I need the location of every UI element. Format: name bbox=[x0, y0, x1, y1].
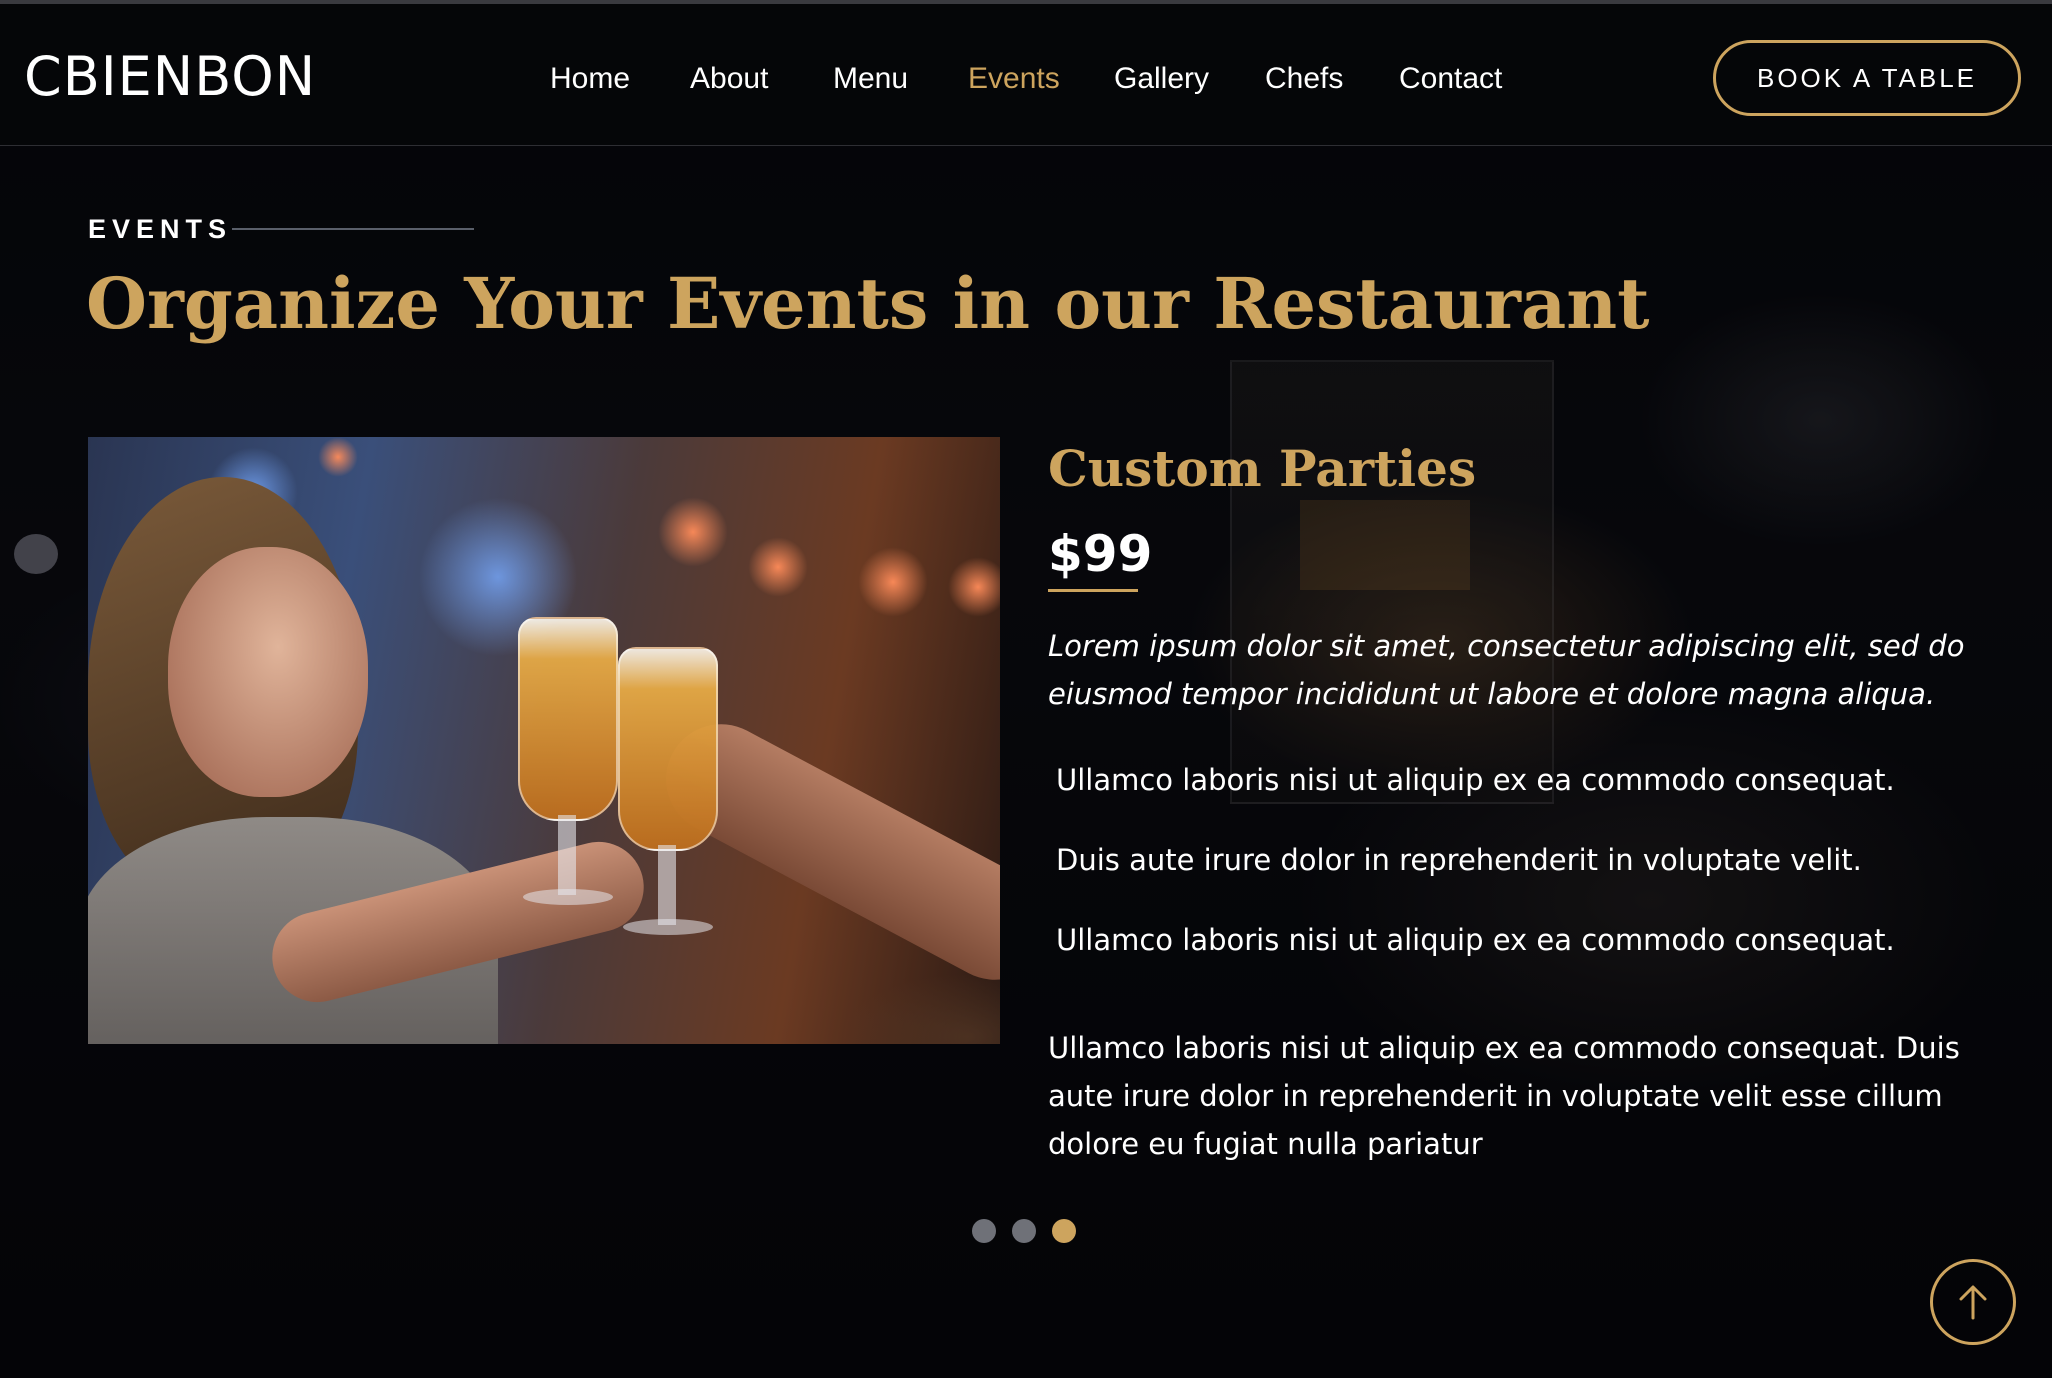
background-edge-marker bbox=[14, 534, 58, 574]
photo-bokeh-light bbox=[858, 547, 928, 617]
photo-glass-base bbox=[623, 919, 713, 935]
event-photo bbox=[88, 437, 1000, 1044]
nav-item-chefs[interactable]: Chefs bbox=[1265, 56, 1343, 102]
photo-bokeh-light bbox=[948, 557, 1000, 617]
event-feature-item: Ullamco laboris nisi ut aliquip ex ea co… bbox=[1056, 923, 1895, 957]
nav-item-gallery[interactable]: Gallery bbox=[1114, 56, 1209, 102]
event-outro: Ullamco laboris nisi ut aliquip ex ea co… bbox=[1048, 1031, 1960, 1161]
section-label-divider bbox=[232, 228, 474, 230]
event-price: $99 bbox=[1048, 525, 1153, 583]
photo-bokeh-light bbox=[658, 497, 728, 567]
event-name: Custom Parties bbox=[1048, 439, 1477, 498]
site-header: CBIENBON Home About Menu Events Gallery … bbox=[0, 0, 2052, 146]
scroll-to-top-button[interactable] bbox=[1930, 1259, 2016, 1345]
photo-bokeh-light bbox=[318, 437, 358, 477]
slider-dot-3[interactable] bbox=[1052, 1219, 1076, 1243]
arrow-up-icon bbox=[1959, 1285, 1987, 1320]
nav-item-events[interactable]: Events bbox=[968, 56, 1060, 102]
event-feature-list: Ullamco laboris nisi ut aliquip ex ea co… bbox=[1056, 760, 2016, 1000]
site-logo[interactable]: CBIENBON bbox=[24, 44, 316, 110]
price-underline bbox=[1048, 589, 1138, 592]
nav-item-contact[interactable]: Contact bbox=[1399, 56, 1502, 102]
section-label: EVENTS bbox=[88, 214, 233, 244]
book-a-table-button[interactable]: BOOK A TABLE bbox=[1713, 40, 2021, 116]
photo-glass-stem bbox=[558, 815, 576, 895]
photo-beer-glass bbox=[518, 617, 618, 821]
photo-person-face bbox=[168, 547, 368, 797]
event-feature-item: Duis aute irure dolor in reprehenderit i… bbox=[1056, 843, 1862, 877]
event-intro: Lorem ipsum dolor sit amet, consectetur … bbox=[1048, 629, 1965, 711]
photo-beer-glass bbox=[618, 647, 718, 851]
slider-dot-2[interactable] bbox=[1012, 1219, 1036, 1243]
nav-item-about[interactable]: About bbox=[690, 56, 768, 102]
section-title: Organize Your Events in our Restaurant bbox=[86, 262, 1650, 345]
photo-glass-base bbox=[523, 889, 613, 905]
photo-glass-stem bbox=[658, 845, 676, 925]
nav-item-menu[interactable]: Menu bbox=[833, 56, 908, 102]
event-feature-item: Ullamco laboris nisi ut aliquip ex ea co… bbox=[1056, 763, 1895, 797]
slider-dot-1[interactable] bbox=[972, 1219, 996, 1243]
photo-bokeh-light bbox=[748, 537, 808, 597]
nav-item-home[interactable]: Home bbox=[550, 56, 630, 102]
